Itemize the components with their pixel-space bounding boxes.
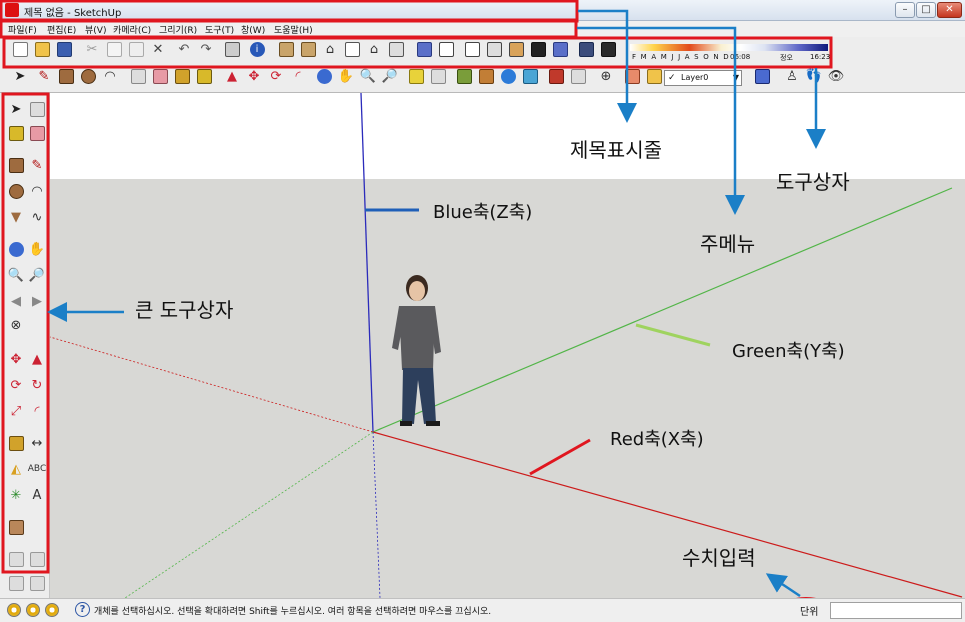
geo-location-icon[interactable] [7,603,21,617]
status-bar: ? 개체를 선택하십시오. 선택을 확대하려면 Shift를 누르십시오. 여러… [0,598,965,622]
title-bar-highlight [0,0,579,23]
blue-axis-negative [372,431,381,599]
annotation-toolbox: 도구상자 [776,170,850,194]
green-axis-y [372,187,953,433]
red-axis-x [372,431,963,598]
red-axis-negative [49,336,374,433]
green-axis-negative [124,431,374,599]
user-account-icon[interactable] [45,603,59,617]
annotation-green-axis: Green축(Y축) [732,341,845,362]
person-figure [392,275,441,426]
annotation-blue-axis: Blue축(Z축) [433,202,533,223]
annotation-title-bar: 제목표시줄 [570,138,662,162]
blue-axis-z [360,92,374,433]
credits-icon[interactable] [26,603,40,617]
annotation-main-menu: 주메뉴 [700,232,756,256]
help-icon[interactable]: ? [75,602,90,617]
toolbar-highlight [2,36,833,69]
large-toolset-highlight [1,92,50,574]
menu-highlight [0,18,578,39]
measurements-input[interactable] [830,602,962,619]
annotation-red-axis: Red축(X축) [610,429,704,450]
vcb-label: 단위 [800,607,819,618]
annotation-value-input: 수치입력 [682,546,756,570]
annotation-large-toolbox: 큰 도구상자 [135,298,234,322]
status-message: 개체를 선택하십시오. 선택을 확대하려면 Shift를 누르십시오. 여러 항… [94,607,492,617]
